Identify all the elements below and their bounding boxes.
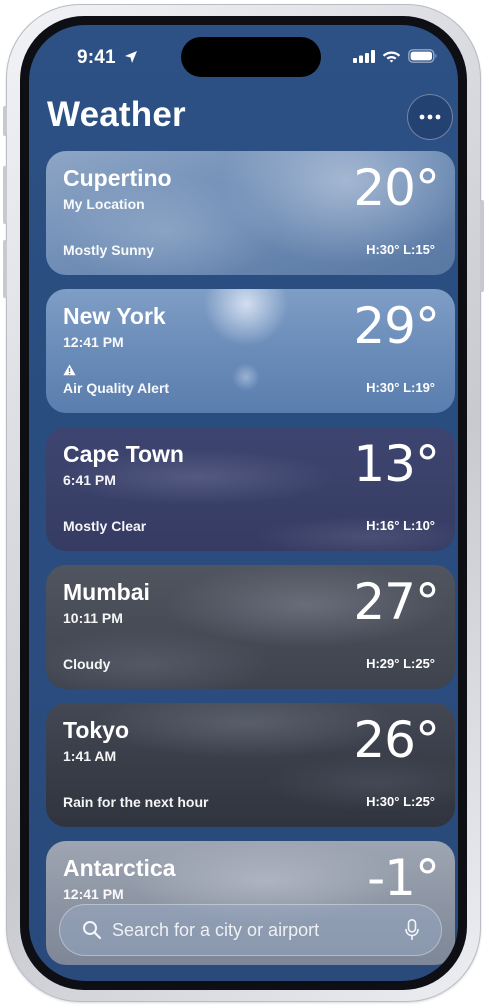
cellular-signal-icon	[353, 49, 375, 63]
city-name: Cupertino	[63, 165, 172, 191]
location-card-tokyo[interactable]: Tokyo 1:41 AM Rain for the next hour 26°…	[46, 703, 455, 827]
weather-condition: Mostly Clear	[63, 518, 147, 534]
current-temperature: 13°	[353, 435, 440, 493]
status-icons	[353, 48, 438, 64]
dynamic-island	[181, 37, 321, 77]
high-low-temperature: H:29° L:25°	[366, 656, 435, 671]
weather-condition: Mostly Sunny	[63, 242, 155, 258]
magnifying-glass-icon	[83, 921, 102, 940]
weather-condition: Cloudy	[63, 656, 111, 672]
city-name: Cape Town	[63, 441, 184, 467]
search-bar[interactable]	[59, 904, 442, 956]
warning-triangle-icon	[63, 364, 76, 376]
location-card-cape-town[interactable]: Cape Town 6:41 PM Mostly Clear 13° H:16°…	[46, 427, 455, 551]
location-subtitle: My Location	[63, 196, 145, 212]
search-input[interactable]	[112, 917, 392, 943]
city-name: Mumbai	[63, 579, 150, 605]
battery-icon	[408, 49, 437, 63]
high-low-temperature: H:16° L:10°	[366, 518, 435, 533]
high-low-temperature: H:30° L:15°	[366, 242, 435, 257]
location-card-new-york[interactable]: New York 12:41 PM Air Quality Alert 29° …	[46, 289, 455, 413]
current-temperature: -1°	[367, 849, 440, 907]
city-name: Antarctica	[63, 855, 176, 881]
wifi-icon	[382, 51, 401, 63]
city-name: New York	[63, 303, 166, 329]
weather-condition: Rain for the next hour	[63, 794, 209, 810]
current-temperature: 29°	[353, 297, 440, 355]
location-arrow-icon	[125, 51, 137, 63]
weather-alert: Air Quality Alert	[63, 380, 170, 396]
city-name: Tokyo	[63, 717, 130, 743]
volume-up-button	[3, 166, 7, 224]
screen: 9:41 Weather Cupertino My Location Mostl…	[29, 25, 458, 981]
location-subtitle: 12:41 PM	[63, 334, 124, 350]
microphone-icon[interactable]	[405, 919, 419, 941]
location-subtitle: 1:41 AM	[63, 748, 117, 764]
current-temperature: 26°	[353, 711, 440, 769]
current-temperature: 27°	[353, 573, 440, 631]
action-button	[3, 106, 7, 136]
high-low-temperature: H:30° L:19°	[366, 380, 435, 395]
location-subtitle: 12:41 PM	[63, 886, 124, 902]
more-options-button[interactable]	[407, 94, 453, 140]
page-title: Weather	[47, 95, 186, 134]
location-card-mumbai[interactable]: Mumbai 10:11 PM Cloudy 27° H:29° L:25°	[46, 565, 455, 689]
status-time: 9:41	[77, 47, 116, 68]
volume-down-button	[3, 240, 7, 298]
current-temperature: 20°	[353, 159, 440, 217]
phone-frame: 9:41 Weather Cupertino My Location Mostl…	[3, 4, 484, 1002]
power-button	[480, 200, 484, 292]
location-card-cupertino[interactable]: Cupertino My Location Mostly Sunny 20° H…	[46, 151, 455, 275]
high-low-temperature: H:30° L:25°	[366, 794, 435, 809]
location-subtitle: 10:11 PM	[63, 610, 123, 626]
location-subtitle: 6:41 PM	[63, 472, 116, 488]
ellipsis-icon	[419, 114, 441, 120]
